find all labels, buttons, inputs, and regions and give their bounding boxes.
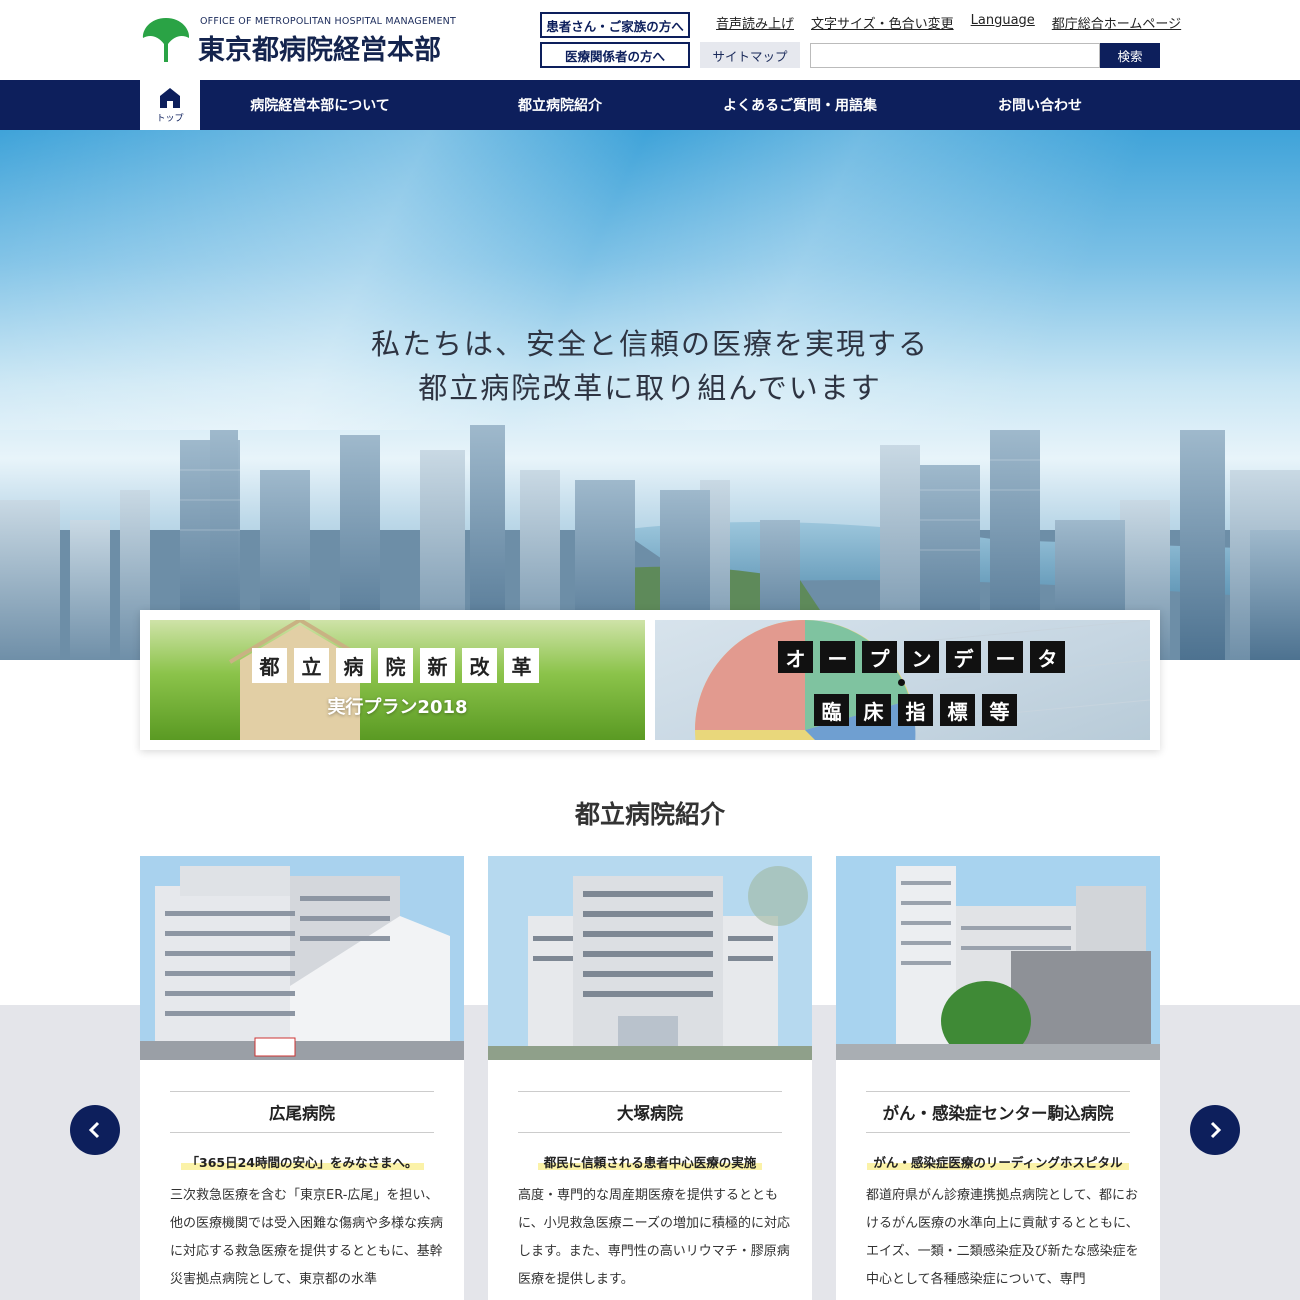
util-link-voice[interactable]: 音声読み上げ: [716, 13, 794, 32]
open-data-title-tiles: オ ー プ ン デ ー タ: [778, 641, 1065, 673]
title-tile: 革: [504, 648, 539, 683]
komagome-hospital-photo: [836, 856, 1160, 1060]
title-tile: タ: [1030, 641, 1065, 673]
site-logo[interactable]: OFFICE OF METROPOLITAN HOSPITAL MANAGEME…: [140, 14, 470, 68]
hospital-card-otsuka[interactable]: 大塚病院 都民に信頼される患者中心医療の実施 高度・専門的な周産期医療を提供する…: [488, 856, 812, 1300]
title-tile: 改: [462, 648, 497, 683]
open-data-banner[interactable]: オ ー プ ン デ ー タ 臨 床 指 標 等: [655, 620, 1150, 740]
hero-headline-line1: 私たちは、安全と信頼の医療を実現する: [370, 327, 929, 361]
banner-box: 都 立 病 院 新 改 革 実行プラン2018 オ ー プ ン デ ー タ 臨 …: [140, 610, 1160, 750]
hospital-description: 三次救急医療を含む「東京ER-広尾」を担い、他の医療機関では受入困難な傷病や多様…: [170, 1188, 444, 1287]
title-tile: 床: [856, 694, 891, 726]
nav-home-label: トップ: [156, 113, 184, 124]
title-tile: デ: [946, 641, 981, 673]
hero-headline: 私たちは、安全と信頼の医療を実現する 都立病院改革に取り組んでいます: [0, 322, 1300, 410]
title-tile: ー: [988, 641, 1023, 673]
title-tile: 立: [294, 648, 329, 683]
global-nav: トップ 病院経営本部について 都立病院紹介 よくあるご質問・用語集 お問い合わせ: [0, 80, 1300, 130]
hero-headline-line2: 都立病院改革に取り組んでいます: [418, 371, 882, 405]
title-tile: プ: [862, 641, 897, 673]
hospital-tagline-text: がん・感染症医療のリーディングホスピタル: [867, 1155, 1129, 1170]
util-link-text-size[interactable]: 文字サイズ・色合い変更: [811, 13, 954, 32]
chevron-left-icon: [88, 1121, 100, 1139]
hospital-name: がん・感染症センター駒込病院: [866, 1091, 1130, 1133]
logo-english-text: OFFICE OF METROPOLITAN HOSPITAL MANAGEME…: [200, 16, 456, 27]
reform-title-tiles: 都 立 病 院 新 改 革: [252, 648, 539, 683]
home-icon: [160, 87, 180, 108]
reform-plan-banner[interactable]: 都 立 病 院 新 改 革 実行プラン2018: [150, 620, 645, 740]
hospital-name: 大塚病院: [518, 1091, 782, 1133]
reform-plan-subtitle: 実行プラン2018: [327, 697, 468, 718]
nav-item-about[interactable]: 病院経営本部について: [200, 80, 440, 130]
title-tile: 等: [982, 694, 1017, 726]
title-tile: 院: [378, 648, 413, 683]
title-tile: 病: [336, 648, 371, 683]
nav-item-hospitals[interactable]: 都立病院紹介: [440, 80, 680, 130]
chevron-right-icon: [1210, 1121, 1222, 1139]
section-title: 都立病院紹介: [574, 800, 725, 829]
logo-japanese-text: 東京都病院経営本部: [198, 35, 441, 66]
nav-home[interactable]: トップ: [140, 80, 200, 130]
title-tile: 指: [898, 694, 933, 726]
nav-item-contact[interactable]: お問い合わせ: [920, 80, 1160, 130]
carousel-next-button[interactable]: [1190, 1105, 1240, 1155]
hospital-tagline-text: 「365日24時間の安心」をみなさまへ。: [180, 1155, 424, 1170]
medical-staff-button[interactable]: 医療関係者の方へ: [540, 42, 690, 68]
sitemap-button[interactable]: サイトマップ: [700, 42, 800, 68]
clinical-index-title-tiles: 臨 床 指 標 等: [814, 694, 1017, 726]
otsuka-hospital-photo: [488, 856, 812, 1060]
hospital-tagline: 都民に信頼される患者中心医療の実施: [488, 1152, 812, 1171]
site-header: OFFICE OF METROPOLITAN HOSPITAL MANAGEME…: [0, 0, 1300, 80]
separator-dot: [898, 679, 905, 686]
title-tile: 臨: [814, 694, 849, 726]
carousel-prev-button[interactable]: [70, 1105, 120, 1155]
title-tile: 標: [940, 694, 975, 726]
util-link-language[interactable]: Language: [971, 13, 1035, 32]
title-tile: ー: [820, 641, 855, 673]
patient-family-button[interactable]: 患者さん・ご家族の方へ: [540, 12, 690, 38]
title-tile: オ: [778, 641, 813, 673]
hospital-name: 広尾病院: [170, 1091, 434, 1133]
title-tile: ン: [904, 641, 939, 673]
hospital-tagline: がん・感染症医療のリーディングホスピタル: [836, 1152, 1160, 1171]
hospital-tagline: 「365日24時間の安心」をみなさまへ。: [140, 1152, 464, 1171]
hospital-description: 都道府県がん診療連携拠点病院として、都におけるがん医療の水準向上に貢献するととも…: [866, 1188, 1139, 1287]
title-tile: 都: [252, 648, 287, 683]
hero-banner: 私たちは、安全と信頼の医療を実現する 都立病院改革に取り組んでいます: [0, 130, 1300, 660]
nav-item-faq[interactable]: よくあるご質問・用語集: [680, 80, 920, 130]
utility-links: 音声読み上げ 文字サイズ・色合い変更 Language 都庁総合ホームページ: [716, 13, 1181, 32]
hospital-card-komagome[interactable]: がん・感染症センター駒込病院 がん・感染症医療のリーディングホスピタル 都道府県…: [836, 856, 1160, 1300]
hospital-tagline-text: 都民に信頼される患者中心医療の実施: [537, 1155, 763, 1170]
ginkgo-logo-icon: [142, 18, 190, 62]
util-link-metro-home[interactable]: 都庁総合ホームページ: [1052, 13, 1181, 32]
hiroo-hospital-photo: [140, 856, 464, 1060]
hospital-description: 高度・専門的な周産期医療を提供するとともに、小児救急医療ニーズの増加に積極的に対…: [518, 1188, 790, 1287]
title-tile: 新: [420, 648, 455, 683]
hospital-card-hiroo[interactable]: 広尾病院 「365日24時間の安心」をみなさまへ。 三次救急医療を含む「東京ER…: [140, 856, 464, 1300]
search-input[interactable]: [810, 43, 1100, 68]
search-button[interactable]: 検索: [1100, 43, 1160, 68]
